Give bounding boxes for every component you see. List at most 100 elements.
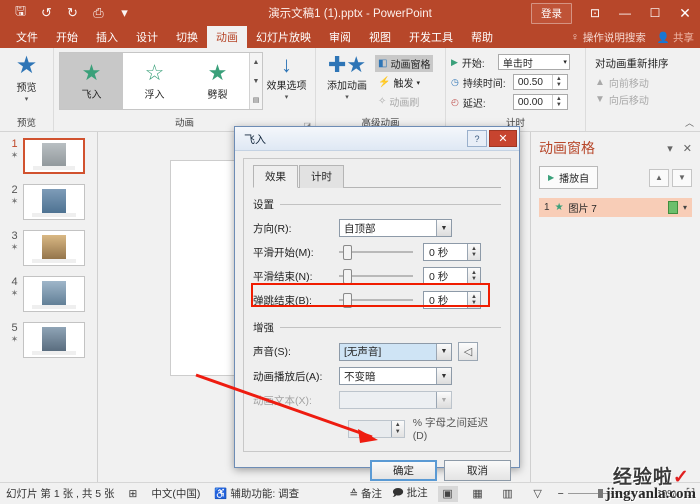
slide-sorter-view-icon[interactable]: ▦ <box>468 486 488 502</box>
smooth-end-slider[interactable] <box>339 268 413 284</box>
maximize-button[interactable]: ☐ <box>640 0 670 26</box>
zoom-handle[interactable] <box>598 489 604 498</box>
slide-thumbnail-pane[interactable]: 1 ✶ 2 ✶ 3 ✶ 4 ✶ 5 ✶ <box>0 132 98 482</box>
delay-spinner[interactable]: ▲ ▼ <box>551 95 565 109</box>
move-later-button[interactable]: ▼ 向后移动 <box>591 91 653 108</box>
smooth-end-knob[interactable] <box>343 268 352 284</box>
share-button[interactable]: 👤 共享 <box>657 30 694 45</box>
duration-input[interactable]: 00.50 ▲ ▼ <box>512 74 568 90</box>
accessibility-status[interactable]: ♿ 辅助功能: 调查 <box>214 486 299 501</box>
thumb-box-5[interactable] <box>23 322 85 358</box>
delay-input[interactable]: 00.00 ▲ ▼ <box>512 94 568 110</box>
effect-options-button[interactable]: ↓ 效果选项 ▾ <box>263 52 310 102</box>
after-animation-dropdown[interactable]: 不变暗 ▼ <box>339 367 452 385</box>
notes-button[interactable]: ≙ 备注 <box>349 486 382 501</box>
smooth-start-knob[interactable] <box>343 244 352 260</box>
ribbon-display-options-icon[interactable]: ⊡ <box>580 0 610 26</box>
dialog-tab-effect[interactable]: 效果 <box>253 165 298 188</box>
add-animation-button[interactable]: ✚★ 添加动画 ▾ <box>321 52 373 102</box>
tab-home[interactable]: 开始 <box>47 26 87 48</box>
tab-animations[interactable]: 动画 <box>207 26 247 48</box>
pane-move-down-button[interactable]: ▼ <box>672 168 692 187</box>
sign-in-button[interactable]: 登录 <box>531 2 572 24</box>
slide-thumbnail-3[interactable]: 3 ✶ <box>0 230 97 266</box>
thumb-box-2[interactable] <box>23 184 85 220</box>
smooth-end-spinner[interactable]: ▲ ▼ <box>467 268 480 284</box>
direction-chevron-icon[interactable]: ▼ <box>436 220 451 236</box>
fly-in-effect-dialog[interactable]: 飞入 ? ✕ 效果 计时 设置 方向(R): 自顶部 ▼ 平滑开始(M): 0 … <box>234 126 520 481</box>
thumb-box-4[interactable] <box>23 276 85 312</box>
gallery-scroll-down-icon[interactable]: ▼ <box>250 72 262 90</box>
after-animation-chevron-icon[interactable]: ▼ <box>436 368 451 384</box>
cancel-button[interactable]: 取消 <box>444 460 511 481</box>
slide-thumbnail-5[interactable]: 5 ✶ <box>0 322 97 358</box>
bounce-end-slider[interactable] <box>339 292 413 308</box>
sound-volume-button[interactable]: ◁ <box>458 342 478 361</box>
duration-spinner[interactable]: ▲ ▼ <box>551 75 565 89</box>
slide-thumbnail-2[interactable]: 2 ✶ <box>0 184 97 220</box>
sound-chevron-icon[interactable]: ▼ <box>436 343 451 360</box>
animation-float-in[interactable]: ☆ 浮入 <box>123 53 186 109</box>
language-label[interactable]: 中文(中国) <box>151 486 200 501</box>
animation-pane-item[interactable]: 1 ★ 图片 7 ▾ <box>539 198 692 217</box>
dialog-close-button[interactable]: ✕ <box>489 130 517 147</box>
item-timeline-bar[interactable] <box>667 201 678 214</box>
trigger-button[interactable]: ⚡ 触发 ▾ <box>375 74 433 91</box>
normal-view-icon[interactable]: ▣ <box>437 485 458 502</box>
comments-button[interactable]: 🗩 批注 <box>392 485 428 503</box>
tab-insert[interactable]: 插入 <box>87 26 127 48</box>
smooth-end-value-box[interactable]: 0 秒 ▲ ▼ <box>423 267 481 285</box>
tab-transitions[interactable]: 切换 <box>167 26 207 48</box>
collapse-ribbon-icon[interactable]: ︿ <box>685 116 694 129</box>
tab-help[interactable]: 帮助 <box>462 26 502 48</box>
theme-icon[interactable]: ⊞ <box>129 488 138 500</box>
slide-count-label[interactable]: 幻灯片 第 1 张 , 共 5 张 <box>6 486 115 501</box>
smooth-start-value-box[interactable]: 0 秒 ▲ ▼ <box>423 243 481 261</box>
save-icon[interactable]: 🖫 <box>13 3 28 21</box>
smooth-start-slider[interactable] <box>339 244 413 260</box>
smooth-start-spinner[interactable]: ▲ ▼ <box>467 244 480 260</box>
start-from-beginning-icon[interactable]: ⎙ <box>91 5 106 21</box>
redo-icon[interactable]: ↻ <box>65 5 80 21</box>
direction-dropdown[interactable]: 自顶部 ▼ <box>339 219 452 237</box>
thumb-box-1[interactable] <box>23 138 85 174</box>
tell-me-search[interactable]: ♀ 操作说明搜索 <box>571 30 646 45</box>
animation-gallery[interactable]: ★ 飞入 ☆ 浮入 ★ 劈裂 ▲ ▼ ▤ <box>59 52 263 110</box>
tab-slideshow[interactable]: 幻灯片放映 <box>247 26 320 48</box>
ok-button[interactable]: 确定 <box>370 460 437 481</box>
pane-menu-caret-icon[interactable]: ▾ <box>667 142 673 155</box>
slide-thumbnail-1[interactable]: 1 ✶ <box>0 138 97 174</box>
tab-file[interactable]: 文件 <box>7 26 47 48</box>
preview-button[interactable]: ★ 预览 ▾ <box>5 52 48 104</box>
minimize-button[interactable]: — <box>610 0 640 26</box>
play-from-button[interactable]: ▶ 播放自 <box>539 166 599 189</box>
reading-view-icon[interactable]: ▥ <box>498 486 518 502</box>
tab-developer[interactable]: 开发工具 <box>400 26 462 48</box>
bounce-end-spinner[interactable]: ▲ ▼ <box>467 292 480 308</box>
gallery-scroll-up-icon[interactable]: ▲ <box>250 53 262 71</box>
start-dropdown[interactable]: 单击时 ▾ <box>497 54 570 70</box>
bounce-end-value-box[interactable]: 0 秒 ▲ ▼ <box>423 291 481 309</box>
gallery-more-icon[interactable]: ▤ <box>250 91 262 109</box>
bounce-end-knob[interactable] <box>343 292 352 308</box>
pane-move-up-button[interactable]: ▲ <box>649 168 669 187</box>
animation-painter-button[interactable]: ✧ 动画刷 <box>375 93 433 110</box>
animation-fly-in[interactable]: ★ 飞入 <box>60 53 123 109</box>
sound-dropdown[interactable]: [无声音] ▼ <box>339 342 452 361</box>
dialog-help-button[interactable]: ? <box>467 130 487 147</box>
tab-design[interactable]: 设计 <box>127 26 167 48</box>
thumb-box-3[interactable] <box>23 230 85 266</box>
tab-review[interactable]: 审阅 <box>320 26 360 48</box>
dialog-tab-timing[interactable]: 计时 <box>299 165 344 188</box>
tab-view[interactable]: 视图 <box>360 26 400 48</box>
slideshow-view-icon[interactable]: ▽ <box>528 486 548 502</box>
customize-qat-icon[interactable]: ▾ <box>117 5 132 21</box>
undo-icon[interactable]: ↺ <box>39 5 54 21</box>
zoom-out-button[interactable]: − <box>558 488 564 500</box>
gallery-scrollbar[interactable]: ▲ ▼ ▤ <box>249 53 262 109</box>
slide-thumbnail-4[interactable]: 4 ✶ <box>0 276 97 312</box>
item-dropdown-icon[interactable]: ▾ <box>683 203 687 212</box>
animation-split[interactable]: ★ 劈裂 <box>186 53 249 109</box>
move-earlier-button[interactable]: ▲ 向前移动 <box>591 74 653 91</box>
close-button[interactable]: ✕ <box>670 0 700 26</box>
